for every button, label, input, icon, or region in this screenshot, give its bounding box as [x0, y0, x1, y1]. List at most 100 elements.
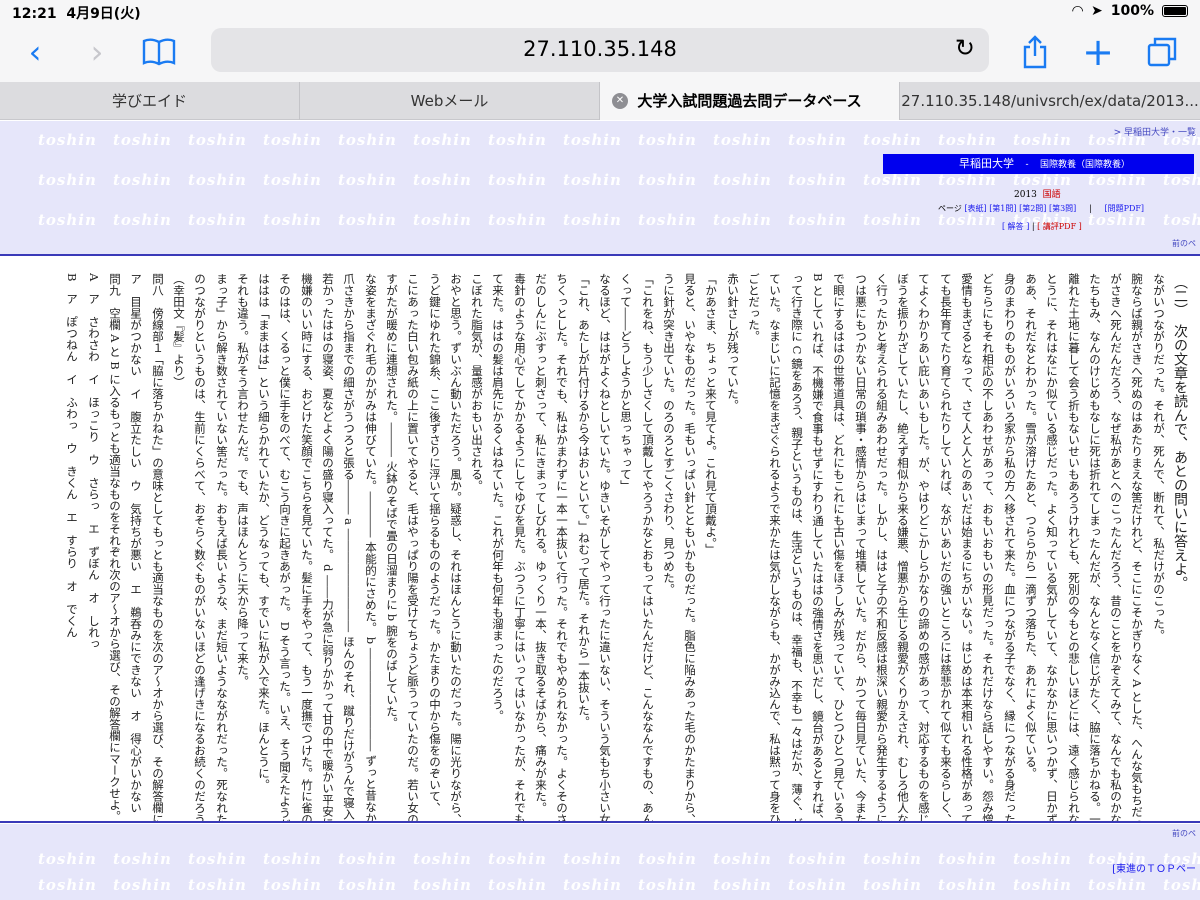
- battery-percent: 100%: [1110, 3, 1154, 19]
- address-bar[interactable]: 27.110.35.148 ↻: [211, 28, 989, 72]
- tab-exam-database[interactable]: ✕ 大学入試問題過去問データベース: [600, 82, 900, 120]
- back-button[interactable]: ‹: [20, 32, 50, 72]
- text-column: 問九 空欄 A と B に入るもっとも適当なものをそれぞれ次のア～オから選び、そ…: [108, 273, 122, 821]
- tab-label: 学びエイド: [111, 92, 187, 110]
- watermark-text: toshin: [113, 171, 172, 189]
- new-tab-button[interactable]: +: [1082, 32, 1114, 72]
- chevron-left-icon: ‹: [28, 33, 42, 71]
- watermark-text: toshin: [938, 131, 997, 149]
- close-tab-icon[interactable]: ✕: [612, 93, 628, 109]
- department-name: 国際教養（国際教養）: [1040, 160, 1131, 170]
- university-name: 早稲田大学: [959, 157, 1014, 170]
- watermark-text: toshin: [1163, 876, 1200, 894]
- text-column: 赤い針さしが残っていた。: [726, 273, 740, 411]
- text-column: B としていれば、不機嫌で食事もせずにすわり通していたははの強情さを思いだし、鏡…: [811, 273, 825, 821]
- watermark-text: toshin: [263, 211, 322, 229]
- tab-univsrch[interactable]: 27.110.35.148/univsrch/ex/data/2013...: [900, 82, 1200, 120]
- text-column: A ア さわさわ イ ほっこり ウ さらっ エ ずぼん オ しれっ: [87, 273, 101, 650]
- text-column: て来た。ははの髪は肩先にかるくはねていた。これが何年も何年も溜まったのだろう。: [491, 273, 505, 722]
- question1-link[interactable]: [第1問]: [989, 204, 1016, 213]
- text-column: ああ、それだなとわかった。雪が溶けたあと、つららから一滴ずつ落ちた、あれによく似…: [1024, 273, 1038, 779]
- reload-icon[interactable]: ↻: [955, 34, 975, 62]
- status-time: 12:21: [12, 6, 57, 22]
- text-column: くって――どうしようかと思っちゃって」: [619, 273, 633, 492]
- watermark-text: toshin: [563, 850, 622, 868]
- watermark-text: toshin: [713, 876, 772, 894]
- forward-button[interactable]: ›: [82, 32, 112, 72]
- prev-page-link-bottom[interactable]: 前のペ: [1172, 828, 1196, 839]
- watermark-text: toshin: [413, 850, 472, 868]
- watermark-text: toshin: [863, 211, 922, 229]
- watermark-text: toshin: [263, 850, 322, 868]
- watermark-text: toshin: [263, 171, 322, 189]
- text-column: たちもみ、なんのけじめもなしに死は折れてしまったんだが、なんとなく信じがたく、脇…: [1088, 273, 1102, 821]
- text-column: 離れた土地に暮して会う折もないせいもあろうけれども、死別の今もとの悲しいほどには…: [1067, 273, 1081, 821]
- watermark-text: toshin: [413, 211, 472, 229]
- text-column: （二） 次の文章を読んで、あとの問いに答えよ。: [1172, 275, 1188, 590]
- text-column: だのしんにぶすっと刺さって、私にきまってしびれる。ゆっくり一本、抜き取るそばから…: [534, 273, 548, 814]
- commentary-pdf-link[interactable]: [ 講評PDF ]: [1037, 222, 1082, 231]
- text-column: のつながりというものは、生前にくらべて、おそらく数ぐものがいないほどの逢げきにな…: [193, 273, 207, 821]
- text-column: 問八 傍線部１「脇に落ちかねた」の意味としてもっとも適当なものを次のア～オから選…: [151, 273, 165, 821]
- question-pdf-link[interactable]: [問題PDF]: [1104, 204, 1144, 213]
- text-column: 「これ、あたしが片付けるから今はおいといて。」ねむって居た。それから一本抜いた。: [577, 273, 591, 728]
- text-column: がさきへ死んだんだろう、なぜ私があとへのこったんだろう、昔のことをかぞえてみて、…: [1109, 273, 1123, 821]
- question3-link[interactable]: [第3問]: [1049, 204, 1076, 213]
- watermark-text: toshin: [38, 211, 97, 229]
- watermark-text: toshin: [788, 211, 847, 229]
- breadcrumb-link[interactable]: > 早稲田大学・一覧: [1114, 125, 1196, 138]
- page-label: ページ: [938, 204, 962, 213]
- header-divider: [0, 254, 1200, 256]
- text-column: ても長年育てたり育てられたりしていれば、ながいあいだの強いところには慈悲かれて似…: [939, 273, 953, 821]
- watermark-text: toshin: [638, 131, 697, 149]
- tabs-overview-button[interactable]: [1146, 32, 1178, 72]
- text-column: ア 目星がつかない イ 腹立たしい ウ 気持ちが悪い エ 鵜呑みにできない オ …: [129, 273, 143, 814]
- text-column: 機嫌のいい時にする、おどけた笑顔でこちらを見ていた。髪に手をやって、もう一度撫で…: [300, 273, 314, 821]
- chevron-right-icon: ›: [90, 33, 104, 71]
- watermark-text: toshin: [938, 850, 997, 868]
- watermark-text: toshin: [788, 171, 847, 189]
- text-column: うに針が突き出ていた。のろのろとすごくさわり、見つめた。: [662, 273, 676, 595]
- text-column: 身のまわりのものがいろいろ家から私の方へ移されて来た。血につながる子でなく、縁に…: [1003, 273, 1017, 821]
- bookmarks-button[interactable]: [140, 32, 178, 72]
- share-icon: [1023, 35, 1047, 69]
- text-column: ていた。なまじいに記憶をまざぐられるようで来かたは気がしながらも、かがみ込んで、…: [768, 273, 782, 821]
- watermark-text: toshin: [638, 171, 697, 189]
- question2-link[interactable]: [第2問]: [1019, 204, 1046, 213]
- exam-year: 2013: [1014, 190, 1037, 200]
- text-column: 見ると、いやなものだった。毛もいっぱい針とともいかものだった。脂色に陥みあった毛…: [683, 273, 697, 821]
- prev-page-link-top[interactable]: 前のペ: [1172, 238, 1196, 249]
- text-column: そのはは、くるっと僕に手をのべて、むこう向きに起きあがった。 D そう言った。い…: [278, 273, 292, 821]
- text-column: うど鍵にゆれた錦糸、ここ後ずさりに浮いて揺らるもののようだった。かたまりの中から…: [428, 273, 442, 814]
- plus-icon: +: [1082, 30, 1114, 74]
- text-column: ははは「ままはは」という細らかれていたか、どうなっても、すでいに私が入で来た。ほ…: [257, 273, 271, 791]
- share-button[interactable]: [1020, 32, 1050, 72]
- watermark-text: toshin: [188, 171, 247, 189]
- answer-link[interactable]: [ 解答 ]: [1002, 222, 1029, 231]
- tabs-icon: [1147, 37, 1177, 67]
- watermark-text: toshin: [488, 876, 547, 894]
- toshin-top-link[interactable]: [東進のＴＯＰペー: [1112, 860, 1196, 875]
- web-header: toshin toshin toshin toshin toshin toshin tosh…: [0, 121, 1200, 254]
- tab-webmail[interactable]: Webメール: [300, 82, 600, 120]
- watermark-text: toshin: [338, 211, 397, 229]
- tab-manabi[interactable]: 学びエイド: [0, 82, 300, 120]
- text-column: てよくわかりあい庇いあいもした。が、やはりどこかしらかなりの諦めの感があって、対…: [917, 273, 931, 821]
- text-column: こぼれた脂気が、量感がおもい出される。: [470, 273, 484, 492]
- watermark-text: toshin: [938, 876, 997, 894]
- watermark-text: toshin: [713, 850, 772, 868]
- text-column: とうに、それはなにか似ている感じだった。よく知っている気がしていて、なかなかに思…: [1045, 273, 1059, 821]
- text-column: 愛情もまざるとなって、さて人と人とのあいだは始まるにちがいない。はじめは本来相い…: [960, 273, 974, 821]
- wifi-icon: ◠: [1072, 3, 1083, 19]
- watermark-text: toshin: [1163, 211, 1200, 229]
- watermark-text: toshin: [788, 131, 847, 149]
- link-separator: |: [1089, 204, 1092, 213]
- watermark-text: toshin: [188, 876, 247, 894]
- watermark-text: toshin: [263, 876, 322, 894]
- watermark-text: toshin: [713, 171, 772, 189]
- status-bar: 12:21 4月9日(火) ◠ ➤ 100%: [0, 0, 1200, 24]
- exam-subject: 国語: [1042, 190, 1061, 200]
- watermark-text: toshin: [188, 131, 247, 149]
- watermark-text: toshin: [488, 850, 547, 868]
- cover-link[interactable]: [表紙]: [964, 204, 986, 213]
